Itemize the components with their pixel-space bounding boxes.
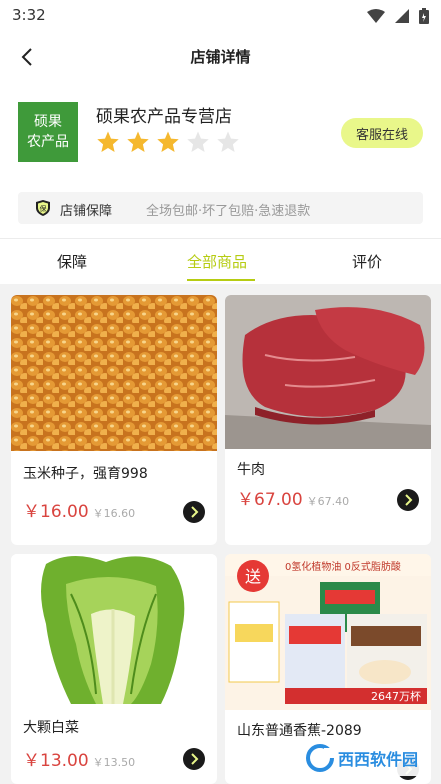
watermark-text: 西西软件园 [338, 750, 419, 769]
guarantee-bar[interactable]: 保 店铺保障 全场包邮·坏了包赔·急速退款 [18, 192, 423, 224]
store-rating [96, 130, 240, 154]
guarantee-description: 全场包邮·坏了包赔·急速退款 [146, 204, 311, 219]
product-old-price: ￥67.40 [306, 495, 350, 508]
price-row: ￥16.00 ￥16.60 [23, 497, 135, 522]
star-filled-icon [127, 131, 149, 152]
star-empty-icon [187, 131, 209, 152]
star-filled-icon [97, 131, 119, 152]
product-price: ￥16.00 [23, 502, 89, 522]
store-logo-line2: 农产品 [27, 134, 69, 150]
star-empty-icon [217, 131, 239, 152]
active-tab-indicator [187, 279, 255, 281]
product-image-cabbage [11, 554, 217, 710]
product-image-coffee-ad: 0氢化植物油 0反式脂肪酸 送 2647万杯 [225, 554, 431, 710]
product-image-corn [11, 295, 217, 451]
wifi-icon [367, 9, 385, 23]
tab-all-products[interactable]: 全部商品 [187, 251, 247, 272]
store-header: 硕果 农产品 硕果农产品专营店 客服在线 [0, 82, 441, 182]
product-image-beef [225, 295, 431, 449]
shield-badge-icon: 保 [36, 200, 50, 216]
price-row: ￥67.00 ￥67.40 [237, 485, 349, 510]
site-watermark: 西西软件园 [302, 740, 426, 776]
svg-text:保: 保 [40, 204, 47, 213]
chevron-right-icon [191, 753, 199, 765]
store-logo: 硕果 农产品 [18, 102, 78, 162]
product-detail-button[interactable] [183, 748, 205, 770]
star-filled-icon [157, 131, 179, 152]
tab-guarantee[interactable]: 保障 [57, 251, 87, 272]
ad-count: 2647万杯 [371, 689, 421, 703]
store-logo-line1: 硕果 [34, 114, 62, 130]
product-name: 山东普通香蕉-2089 [237, 723, 362, 739]
product-card[interactable]: 玉米种子，强育998 ￥16.00 ￥16.60 [11, 295, 217, 545]
store-name: 硕果农产品专营店 [96, 107, 232, 127]
tab-reviews[interactable]: 评价 [352, 251, 382, 272]
product-name: 玉米种子，强育998 [23, 466, 148, 482]
product-card[interactable]: 大颗白菜 ￥13.00 ￥13.50 [11, 554, 217, 784]
product-price: ￥67.00 [237, 490, 303, 510]
product-detail-button[interactable] [183, 501, 205, 523]
status-icons [367, 6, 429, 26]
status-time: 3:32 [12, 6, 46, 24]
product-name: 大颗白菜 [23, 720, 79, 736]
battery-icon [419, 8, 429, 24]
product-name: 牛肉 [237, 462, 265, 478]
product-old-price: ￥16.60 [92, 507, 136, 520]
guarantee-section: 保 店铺保障 全场包邮·坏了包赔·急速退款 [0, 182, 441, 238]
product-detail-button[interactable] [397, 489, 419, 511]
nav-bar: 店铺详情 [0, 32, 441, 82]
product-price: ￥13.00 [23, 751, 89, 771]
product-old-price: ￥13.50 [92, 756, 136, 769]
customer-service-button[interactable]: 客服在线 [341, 118, 423, 148]
guarantee-label: 店铺保障 [60, 204, 113, 219]
page-title: 店铺详情 [190, 48, 251, 66]
ad-badge: 送 [245, 567, 261, 586]
ad-line1: 0氢化植物油 0反式脂肪酸 [285, 560, 401, 573]
signal-icon [395, 9, 409, 23]
watermark-logo-icon [306, 744, 334, 772]
product-card[interactable]: 牛肉 ￥67.00 ￥67.40 [225, 295, 431, 545]
status-bar: 3:32 [0, 0, 441, 32]
store-tabs: 保障 全部商品 评价 [0, 238, 441, 284]
chevron-right-icon [405, 494, 413, 506]
chevron-right-icon [191, 506, 199, 518]
price-row: ￥13.00 ￥13.50 [23, 746, 135, 771]
